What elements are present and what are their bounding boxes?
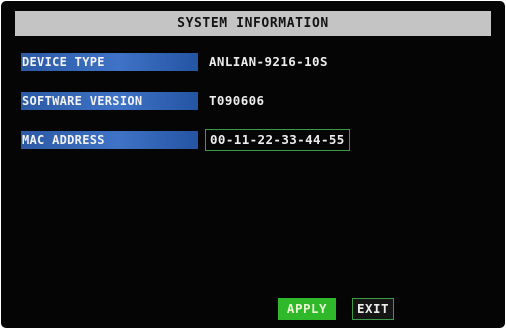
software-version-label: SOFTWARE VERSION (21, 92, 198, 110)
apply-button[interactable]: APPLY (278, 298, 336, 320)
page-title: SYSTEM INFORMATION (15, 11, 491, 36)
mac-address-label: MAC ADDRESS (21, 131, 198, 149)
exit-button[interactable]: EXIT (352, 298, 394, 320)
mac-address-field[interactable]: 00-11-22-33-44-55 (205, 129, 350, 151)
software-version-value: T090606 (209, 93, 265, 108)
device-type-value: ANLIAN-9216-10S (209, 54, 328, 69)
dvr-osd-screen: SYSTEM INFORMATION DEVICE TYPE ANLIAN-92… (1, 1, 505, 328)
device-type-label: DEVICE TYPE (21, 53, 198, 71)
